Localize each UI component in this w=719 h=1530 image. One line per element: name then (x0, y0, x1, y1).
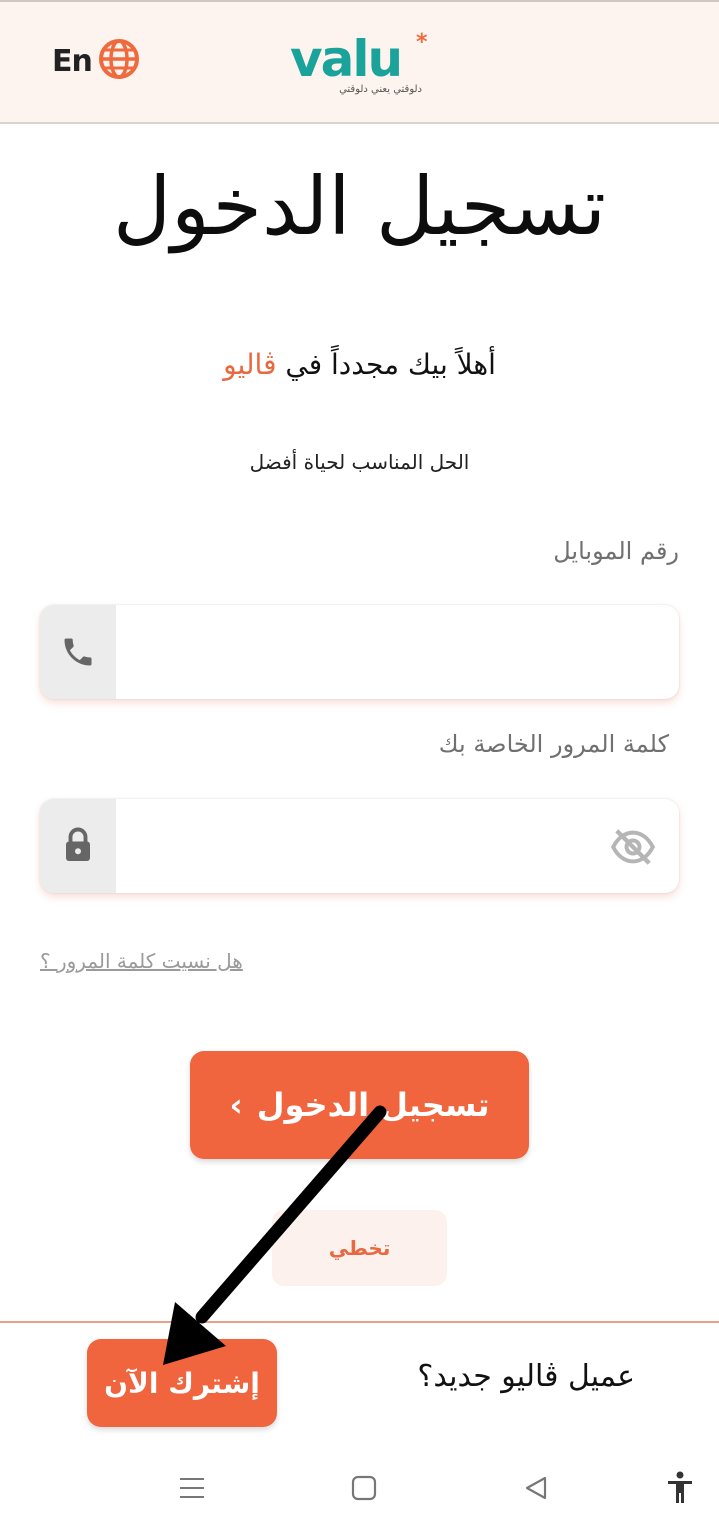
valu-logo: valu * دلوقتي يعني دلوقتي (290, 30, 440, 100)
divider (0, 1321, 719, 1323)
login-button-label: تسجيل الدخول (256, 1086, 490, 1124)
accessibility-icon[interactable] (656, 1464, 704, 1512)
skip-button[interactable]: تخطي (272, 1210, 447, 1286)
welcome-brand: ڤاليو (223, 348, 277, 381)
system-navbar (0, 1444, 719, 1530)
signup-button[interactable]: إشترك الآن (87, 1339, 277, 1427)
new-customer-text: عميل ڤاليو جديد؟ (417, 1359, 635, 1394)
password-input[interactable] (120, 799, 600, 893)
welcome-text: أهلاً بيك مجدداً في ڤاليو (0, 348, 719, 381)
page-title: تسجيل الدخول (113, 160, 606, 253)
mobile-label: رقم الموبايل (553, 537, 679, 565)
square-icon[interactable] (340, 1464, 388, 1512)
phone-icon (40, 605, 116, 699)
mobile-input[interactable] (120, 605, 670, 699)
language-label: En (52, 43, 93, 79)
eye-off-icon[interactable] (609, 827, 657, 867)
logo-word: valu (290, 30, 403, 88)
triangle-back-icon[interactable] (512, 1464, 560, 1512)
language-switch[interactable]: En (52, 34, 140, 88)
logo-tagline: دلوقتي يعني دلوقتي (339, 84, 422, 95)
password-label: كلمة المرور الخاصة بك (438, 730, 669, 758)
chevron-right-icon: › (229, 1086, 243, 1124)
forgot-password-link[interactable]: هل نسيت كلمة المرور ؟ (40, 949, 243, 973)
tagline: الحل المناسب لحياة أفضل (249, 450, 470, 474)
login-button[interactable]: تسجيل الدخول › (190, 1051, 529, 1159)
lock-icon (40, 799, 116, 893)
app-header: En valu * دلوقتي يعني دلوقتي (0, 0, 719, 124)
logo-star: * (416, 30, 428, 55)
globe-icon (98, 38, 140, 84)
password-field[interactable] (40, 799, 679, 893)
mobile-field[interactable] (40, 605, 679, 699)
menu-icon[interactable] (168, 1464, 216, 1512)
welcome-prefix: أهلاً بيك مجدداً في (276, 348, 496, 381)
